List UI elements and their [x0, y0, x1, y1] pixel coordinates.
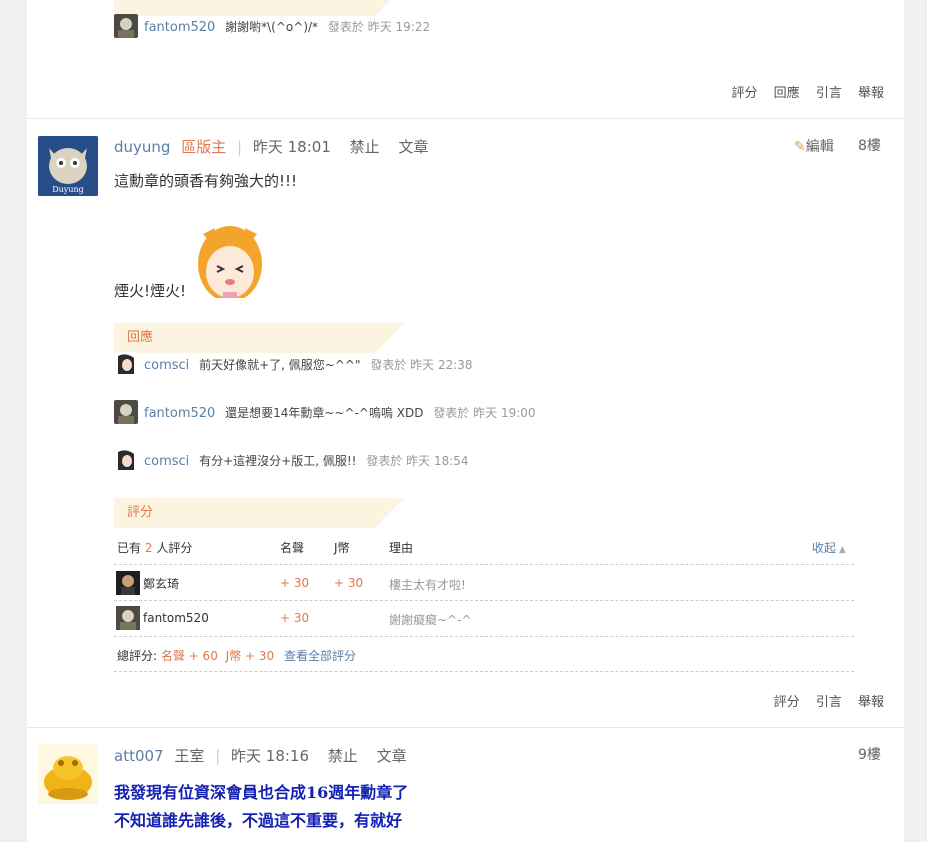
user-role: 區版主 [181, 138, 227, 156]
col-coin: J幣 [334, 541, 350, 555]
reply-item: fantom520 謝謝喲*\(^o^)/* 發表於 昨天 19:22 [114, 14, 514, 40]
reply-message: 還是想要14年勳章~~^-^嗚嗚 XDD [225, 406, 424, 420]
avatar-image-icon [114, 14, 138, 38]
post-meta: att007 王室 | 昨天 18:16 禁止 文章 [114, 745, 413, 766]
rating-count: 2 [144, 541, 153, 555]
reply-ribbon: 回應 [114, 323, 404, 353]
rater-prestige: + 30 [280, 611, 310, 625]
rating-divider [114, 600, 854, 601]
post-meta: duyung 區版主 | 昨天 18:01 禁止 文章 [114, 136, 434, 157]
collapse-button[interactable]: 收起 ▲ [812, 539, 846, 556]
cat-girl-emoticon [195, 222, 265, 298]
rating-divider [114, 564, 854, 565]
post-divider [27, 118, 904, 119]
floor-number[interactable]: 8樓 [858, 135, 881, 155]
articles-link[interactable]: 文章 [377, 747, 407, 765]
reply-message: 前天好像就+了, 佩服您~^^" [199, 358, 361, 372]
col-reason: 理由 [389, 541, 414, 555]
reply-date: 發表於 昨天 19:22 [327, 20, 431, 34]
reply-user[interactable]: fantom520 [144, 406, 215, 421]
rating-suffix: 人評分 [156, 541, 193, 555]
rate-button[interactable]: 評分 [774, 695, 800, 710]
rating-divider [114, 636, 854, 637]
reply-item: comsci 有分+這裡沒分+版工, 佩服!! 發表於 昨天 18:54 [114, 448, 534, 474]
rater-prestige: + 30 [280, 576, 310, 590]
ban-link[interactable]: 禁止 [350, 138, 380, 156]
post-time: 昨天 18:01 [252, 138, 331, 156]
reply-date: 發表於 昨天 19:00 [433, 406, 536, 420]
rater-name[interactable]: 鄭玄琦 [143, 575, 179, 592]
total-prefix: 總評分: [117, 649, 158, 663]
quote-button[interactable]: 引言 [816, 86, 842, 101]
rater-avatar[interactable] [116, 571, 140, 595]
reply-date: 發表於 昨天 18:54 [366, 454, 469, 468]
reply-item: comsci 前天好像就+了, 佩服您~^^" 發表於 昨天 22:38 [114, 352, 534, 378]
collapse-label: 收起 [812, 541, 837, 555]
rater-name[interactable]: fantom520 [143, 611, 209, 625]
avatar-caption: Duyung [52, 185, 84, 194]
view-all-ratings-link[interactable]: 查看全部評分 [284, 649, 356, 663]
meta-divider: | [215, 747, 221, 765]
reply-message: 有分+這裡沒分+版工, 佩服!! [199, 454, 357, 468]
avatar[interactable] [38, 744, 98, 804]
reply-avatar[interactable] [114, 400, 138, 424]
edit-label: 編輯 [805, 139, 834, 155]
avatar-image-icon [114, 352, 138, 376]
rating-divider [114, 671, 854, 672]
ban-link[interactable]: 禁止 [328, 747, 358, 765]
post-content-line: 我發現有位資深會員也合成16週年勳章了 [114, 783, 409, 802]
rater-reason: 謝謝癡癡~^-^ [389, 613, 472, 627]
report-button[interactable]: 舉報 [858, 695, 884, 710]
chevron-up-icon: ▲ [836, 545, 846, 555]
avatar[interactable]: Duyung [38, 136, 98, 196]
username[interactable]: duyung [114, 138, 170, 156]
reply-avatar[interactable] [114, 14, 138, 38]
col-prestige: 名聲 [280, 541, 305, 555]
total-prestige: 名聲 + 60 [160, 649, 218, 663]
rater-reason: 樓主太有才啦! [389, 578, 466, 592]
avatar-image-icon [116, 606, 140, 630]
report-button[interactable]: 舉報 [858, 86, 884, 101]
reply-button[interactable]: 回應 [774, 86, 800, 101]
username[interactable]: att007 [114, 747, 164, 765]
rate-button[interactable]: 評分 [732, 86, 758, 101]
reply-item: fantom520 還是想要14年勳章~~^-^嗚嗚 XDD 發表於 昨天 19… [114, 400, 554, 426]
rating-ribbon: 評分 [114, 498, 404, 528]
total-coin: J幣 + 30 [225, 649, 275, 663]
gold-toad-avatar-icon [38, 744, 98, 804]
rating-total: 總評分: 名聲 + 60 J幣 + 30 查看全部評分 [117, 647, 356, 664]
reply-user[interactable]: comsci [144, 358, 189, 373]
thread-container: fantom520 謝謝喲*\(^o^)/* 發表於 昨天 19:22 評分 回… [27, 0, 904, 842]
quote-button[interactable]: 引言 [816, 695, 842, 710]
post-time: 昨天 18:16 [231, 747, 310, 765]
rater-avatar[interactable] [116, 606, 140, 630]
user-role: 王室 [174, 747, 205, 765]
post-actions: 評分 引言 舉報 [762, 691, 884, 710]
avatar-image-icon [114, 448, 138, 472]
post-actions: 評分 回應 引言 舉報 [720, 82, 884, 101]
post-content-line: 煙火!煙火! [114, 282, 187, 300]
rater-coin: + 30 [334, 576, 364, 590]
reply-avatar[interactable] [114, 448, 138, 472]
avatar-image-icon [114, 400, 138, 424]
post-divider [27, 727, 904, 728]
owl-avatar-icon: Duyung [38, 136, 98, 196]
articles-link[interactable]: 文章 [398, 138, 428, 156]
meta-divider: | [237, 138, 243, 156]
reply-avatar[interactable] [114, 352, 138, 376]
floor-number[interactable]: 9樓 [858, 744, 881, 764]
edit-button[interactable]: ✎編輯 [794, 136, 834, 156]
reply-user[interactable]: fantom520 [144, 20, 215, 35]
reply-message: 謝謝喲*\(^o^)/* [225, 20, 319, 34]
rating-prefix: 已有 [117, 541, 142, 555]
rating-header-count: 已有 2 人評分 [117, 539, 192, 556]
post-content-line: 這勳章的頭香有夠強大的!!! [114, 172, 298, 190]
pencil-icon: ✎ [794, 139, 806, 155]
post-content-line: 不知道誰先誰後，不過這不重要，有就好 [114, 811, 403, 830]
reply-user[interactable]: comsci [144, 454, 189, 469]
avatar-image-icon [116, 571, 140, 595]
reply-date: 發表於 昨天 22:38 [370, 358, 473, 372]
